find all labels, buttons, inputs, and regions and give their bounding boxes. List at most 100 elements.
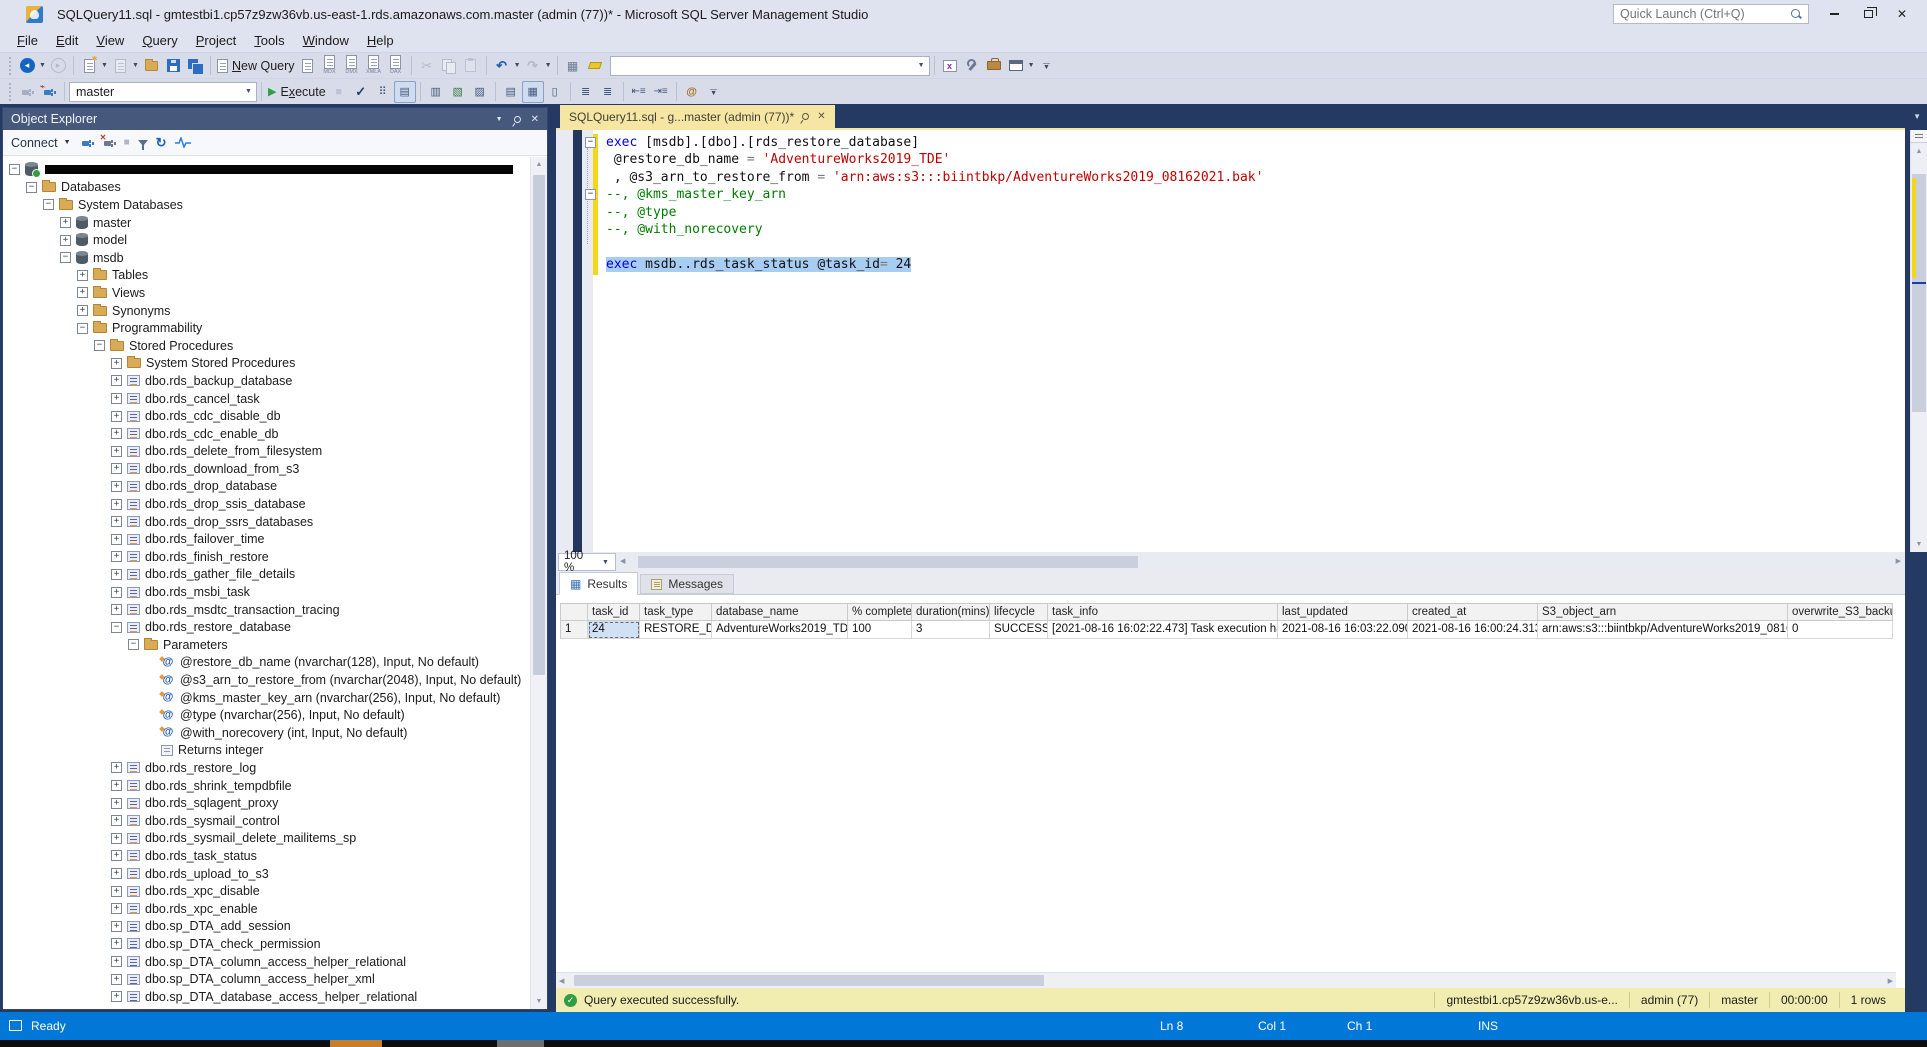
expand-icon[interactable]: − xyxy=(60,252,71,263)
expand-icon[interactable]: + xyxy=(111,762,122,773)
expand-icon[interactable]: + xyxy=(111,499,122,510)
minimize-button[interactable] xyxy=(1817,0,1851,28)
tree-item[interactable]: +dbo.rds_cdc_enable_db xyxy=(3,425,530,443)
parse-button[interactable]: ✓ xyxy=(350,81,372,103)
scrollbar-thumb[interactable] xyxy=(574,975,1044,986)
expand-icon[interactable]: + xyxy=(111,516,122,527)
expand-icon[interactable]: + xyxy=(111,481,122,492)
tree-item[interactable]: +dbo.rds_xpc_enable xyxy=(3,900,530,918)
scroll-left-icon[interactable]: ◀ xyxy=(559,977,564,985)
grid-header-cell[interactable] xyxy=(560,603,588,621)
xmla-query-button[interactable]: XMLA xyxy=(363,55,385,77)
expand-icon[interactable]: − xyxy=(43,199,54,210)
tree-item[interactable]: +dbo.rds_sqlagent_proxy xyxy=(3,794,530,812)
char-indicator[interactable]: Ch 1 xyxy=(1347,1019,1372,1033)
grid-cell[interactable]: 24 xyxy=(588,621,640,639)
refresh-icon[interactable]: ↻ xyxy=(156,135,167,151)
grid-cell[interactable]: 100 xyxy=(848,621,912,639)
menu-project[interactable]: Project xyxy=(187,30,245,51)
expand-icon[interactable]: + xyxy=(111,938,122,949)
grid-header-cell[interactable]: database_name xyxy=(712,603,848,621)
sqlcmd-mode-button[interactable]: @ xyxy=(681,81,703,103)
editor-horizontal-scrollbar[interactable]: ◀ ▶ xyxy=(618,554,1903,570)
collapse-icon[interactable]: − xyxy=(585,189,596,200)
save-all-button[interactable] xyxy=(184,55,206,77)
activity-monitor-icon[interactable] xyxy=(175,137,191,148)
tab-close-icon[interactable]: ✕ xyxy=(817,111,825,122)
tree-item[interactable]: +dbo.rds_upload_to_s3 xyxy=(3,865,530,883)
tree-item[interactable]: −Parameters xyxy=(3,636,530,654)
quick-launch-box[interactable] xyxy=(1613,4,1809,24)
available-databases-caret[interactable]: ▼ xyxy=(241,83,256,101)
expand-icon[interactable]: − xyxy=(111,622,122,633)
redo-caret[interactable]: ▼ xyxy=(544,62,553,69)
toolbar-combobox[interactable]: ▼ xyxy=(610,56,930,76)
expand-icon[interactable]: + xyxy=(111,411,122,422)
tree-item[interactable]: +dbo.rds_backup_database xyxy=(3,372,530,390)
expand-icon[interactable]: + xyxy=(111,991,122,1002)
available-databases-combobox[interactable]: master ▼ xyxy=(69,82,257,102)
expand-icon[interactable]: + xyxy=(111,921,122,932)
toolbox-button[interactable] xyxy=(983,55,1005,77)
expand-icon[interactable]: + xyxy=(77,270,88,281)
execute-button[interactable]: ▶ Execute xyxy=(266,81,328,103)
document-list-caret[interactable]: ▼ xyxy=(1913,112,1921,121)
code-line[interactable]: exec msdb..rds_task_status @task_id= 24 xyxy=(598,256,1887,273)
grid-header-cell[interactable]: task_type xyxy=(640,603,712,621)
quick-launch-input[interactable] xyxy=(1620,7,1790,21)
code-line[interactable]: --, @type xyxy=(598,204,1887,221)
grid-header-cell[interactable]: task_info xyxy=(1048,603,1278,621)
menu-file[interactable]: File xyxy=(8,30,47,51)
menu-help[interactable]: Help xyxy=(358,30,403,51)
tree-item[interactable]: @@restore_db_name (nvarchar(128), Input,… xyxy=(3,654,530,672)
scroll-down-icon[interactable]: ▼ xyxy=(531,994,547,1009)
change-connection-button[interactable]: ⌁ xyxy=(38,81,60,103)
tree-item[interactable]: +dbo.sp_DTA_check_permission xyxy=(3,935,530,953)
tree-item[interactable]: +master xyxy=(3,214,530,232)
tree-item[interactable]: +dbo.rds_xpc_disable xyxy=(3,882,530,900)
results-to-grid-button[interactable]: ▦ xyxy=(522,81,544,103)
menu-query[interactable]: Query xyxy=(133,30,186,51)
filter-icon[interactable] xyxy=(138,140,148,146)
command-window-button[interactable] xyxy=(1005,55,1027,77)
include-actual-plan-button[interactable]: ▧ xyxy=(447,81,469,103)
tree-item[interactable]: +dbo.rds_cdc_disable_db xyxy=(3,407,530,425)
tree-item[interactable]: +System Stored Procedures xyxy=(3,355,530,373)
grid-header-cell[interactable]: % complete xyxy=(848,603,912,621)
grid-cell[interactable]: RESTORE_DB xyxy=(640,621,712,639)
redo-button[interactable]: ↷ xyxy=(522,55,544,77)
command-window-caret[interactable]: ▼ xyxy=(1027,62,1036,69)
paste-button[interactable] xyxy=(460,55,482,77)
grid-cell[interactable]: 2021-08-16 16:03:22.090 xyxy=(1278,621,1408,639)
code-line[interactable]: @restore_db_name = 'AdventureWorks2019_T… xyxy=(598,151,1887,168)
tree-item[interactable]: − xyxy=(3,161,530,179)
collapse-icon[interactable]: − xyxy=(585,137,596,148)
tree-item[interactable]: +dbo.rds_sysmail_control xyxy=(3,812,530,830)
tree-item[interactable]: +dbo.rds_shrink_tempdbfile xyxy=(3,777,530,795)
tree-item[interactable]: +Views xyxy=(3,284,530,302)
expand-icon[interactable]: + xyxy=(111,815,122,826)
tree-item[interactable]: +dbo.sp_DTA_column_access_helper_relatio… xyxy=(3,953,530,971)
oe-stop-icon[interactable]: ■ xyxy=(124,137,130,148)
grid-data-row[interactable]: 124RESTORE_DBAdventureWorks2019_TDE1003S… xyxy=(560,621,1893,639)
oe-connect-icon[interactable] xyxy=(80,137,94,149)
code-area[interactable]: −exec [msdb].[dbo].[rds_restore_database… xyxy=(598,134,1887,273)
scroll-down-icon[interactable]: ▼ xyxy=(1911,537,1927,552)
menu-edit[interactable]: Edit xyxy=(47,30,87,51)
grid-cell[interactable]: AdventureWorks2019_TDE xyxy=(712,621,848,639)
toolbar-overflow-button[interactable]: —▼ xyxy=(703,81,725,103)
tree-item[interactable]: +dbo.rds_restore_log xyxy=(3,759,530,777)
pin-icon[interactable] xyxy=(512,114,522,124)
split-editor-hand[interactable] xyxy=(1911,130,1927,143)
grid-header-cell[interactable]: overwrite_S3_backup_file xyxy=(1788,603,1893,621)
sql-editor[interactable]: −exec [msdb].[dbo].[rds_restore_database… xyxy=(556,130,1905,552)
navigate-backward-button[interactable]: ◂ xyxy=(16,55,38,77)
tree-item[interactable]: +model xyxy=(3,231,530,249)
specify-template-parameters-button[interactable]: ▦ xyxy=(562,55,584,77)
expand-icon[interactable]: + xyxy=(77,287,88,298)
increase-indent-button[interactable]: ⇥≡ xyxy=(650,81,672,103)
expand-icon[interactable]: + xyxy=(111,358,122,369)
close-button[interactable]: ✕ xyxy=(1885,0,1919,28)
column-indicator[interactable]: Col 1 xyxy=(1258,1019,1286,1033)
tree-item[interactable]: +dbo.rds_cancel_task xyxy=(3,390,530,408)
